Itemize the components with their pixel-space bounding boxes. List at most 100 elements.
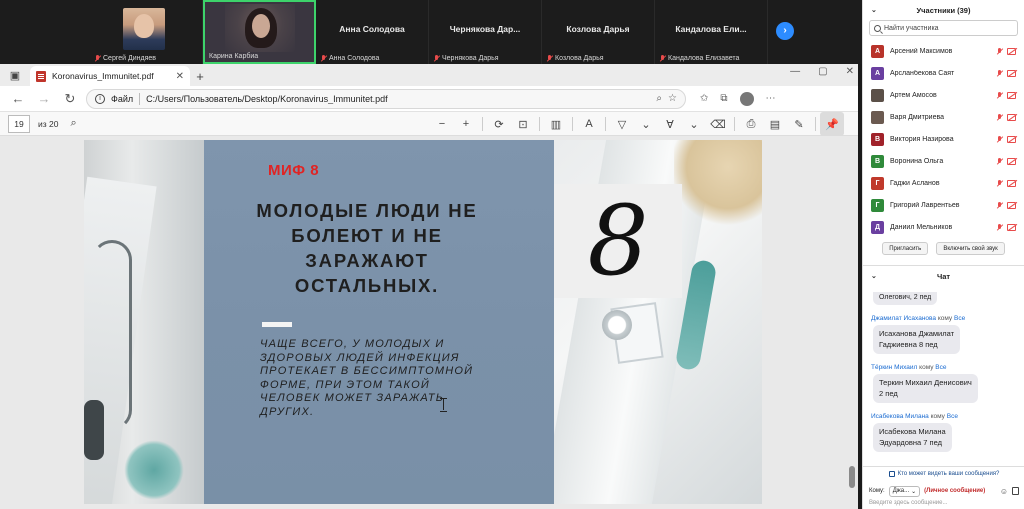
video-off-icon[interactable] xyxy=(1007,113,1016,121)
video-off-icon[interactable] xyxy=(1007,201,1016,209)
info-icon[interactable]: i xyxy=(95,93,105,104)
zoom-out-icon[interactable]: − xyxy=(430,112,454,136)
mic-off-icon[interactable] xyxy=(996,223,1003,231)
participant-row[interactable]: В Виктория Назирова xyxy=(863,128,1024,150)
participant-search-input[interactable]: Найти участника xyxy=(869,20,1018,36)
video-tile[interactable]: Сергей Диндяев xyxy=(90,0,203,64)
url-field[interactable]: i Файл C:/Users/Пользователь/Desktop/Kor… xyxy=(86,88,686,109)
close-window-button[interactable]: ✕ xyxy=(846,66,854,77)
participant-row[interactable]: Варя Дмитриева xyxy=(863,106,1024,128)
pdf-viewport: 8 МИФ 8 МОЛОДЫЕ ЛЮДИ НЕ БОЛЕЮТ И НЕ ЗАРА… xyxy=(0,136,858,509)
chat-sender[interactable]: Исабекова Милана xyxy=(871,413,929,420)
participant-row[interactable]: Артем Амосов xyxy=(863,84,1024,106)
video-tile[interactable]: Козлова Дарья Козлова Дарья xyxy=(542,0,655,64)
video-off-icon[interactable] xyxy=(1007,135,1016,143)
avatar: В xyxy=(871,154,884,168)
avatar: Г xyxy=(871,198,884,212)
video-tile[interactable]: Анна Солодова Анна Солодова xyxy=(316,0,429,64)
video-tile[interactable]: Чернякова Дар... Чернякова Дарья xyxy=(429,0,542,64)
participant-row[interactable]: Г Гаджи Асланов xyxy=(863,172,1024,194)
mic-off-icon[interactable] xyxy=(996,69,1003,77)
video-tile-active-speaker[interactable]: Карина Карбиа xyxy=(203,0,316,64)
participants-list: А Арсений Максимов А Арсланбекова Саят Артем… xyxy=(863,40,1024,238)
chat-sender[interactable]: Джамилат Исаханова xyxy=(871,315,936,322)
chat-message-header: Исабекова Милана кому Все xyxy=(871,413,1016,420)
participant-row[interactable]: Г Григорий Лаврентьев xyxy=(863,194,1024,216)
profile-avatar[interactable] xyxy=(739,91,754,106)
chat-text-line: Гаджиевна 8 пед xyxy=(879,339,938,349)
chat-header[interactable]: ⌄ Чат xyxy=(863,266,1024,286)
tile-caption: Анна Солодова xyxy=(329,55,380,62)
chevron-down-icon[interactable]: ⌄ xyxy=(682,112,706,136)
who-can-see-link[interactable]: Кто может видеть ваши сообщения? xyxy=(863,466,1024,480)
forward-arrow-icon[interactable]: → xyxy=(34,89,54,109)
page-number-input[interactable]: 19 xyxy=(8,114,30,133)
next-page-button[interactable]: › xyxy=(776,22,794,40)
mic-off-icon xyxy=(659,55,666,62)
chat-to-word: кому xyxy=(937,315,953,322)
tab-close-icon[interactable]: ✕ xyxy=(176,71,184,82)
participant-row[interactable]: Д Даниил Мельников xyxy=(863,216,1024,238)
search-icon[interactable]: ⌕ xyxy=(70,117,76,130)
chat-input[interactable]: Введите здесь сообщение... xyxy=(869,500,948,506)
recipient-select[interactable]: Джа... ⌄ xyxy=(888,485,921,497)
participant-row[interactable]: А Арсланбекова Саят xyxy=(863,62,1024,84)
chat-text-line: Исабекова Милана xyxy=(879,427,946,436)
mic-off-icon[interactable] xyxy=(996,113,1003,121)
chat-recipient: Все xyxy=(935,364,947,371)
page-view-icon[interactable]: ▥ xyxy=(544,112,568,136)
mic-off-icon[interactable] xyxy=(996,135,1003,143)
video-off-icon[interactable] xyxy=(1007,47,1016,55)
new-tab-button[interactable]: + xyxy=(190,66,210,86)
save-as-icon[interactable]: ✎ xyxy=(787,112,811,136)
divider-bar xyxy=(262,322,292,327)
video-off-icon[interactable] xyxy=(1007,91,1016,99)
participants-header[interactable]: ⌄ Участники (39) xyxy=(863,0,1024,20)
pin-icon[interactable]: 📌 xyxy=(820,112,844,136)
eraser-icon[interactable]: ⌫ xyxy=(706,112,730,136)
rotate-icon[interactable]: ⟳ xyxy=(487,112,511,136)
favorites-icon[interactable]: ✩ xyxy=(700,93,708,104)
refresh-icon[interactable]: ↻ xyxy=(60,89,80,109)
tile-caption: Карина Карбиа xyxy=(209,53,259,60)
video-off-icon[interactable] xyxy=(1007,223,1016,231)
mic-off-icon[interactable] xyxy=(996,47,1003,55)
chat-sender[interactable]: Тёркин Михаил xyxy=(871,364,917,371)
emoji-icon[interactable]: ☺ xyxy=(1000,487,1008,496)
zoom-icon[interactable]: ⌕ xyxy=(656,93,662,104)
tab-actions-icon[interactable]: ▣ xyxy=(0,64,30,86)
search-icon xyxy=(874,24,881,32)
print-icon[interactable]: ⎙ xyxy=(739,112,763,136)
chevron-down-icon[interactable]: ⌄ xyxy=(634,112,658,136)
participant-photo xyxy=(123,8,165,50)
tile-name: Чернякова Дар... xyxy=(449,24,521,34)
draw-icon[interactable]: ∀ xyxy=(658,112,682,136)
maximize-button[interactable]: ▢ xyxy=(818,66,827,77)
mic-off-icon[interactable] xyxy=(996,157,1003,165)
invite-button[interactable]: Пригласить xyxy=(882,242,929,255)
file-icon[interactable] xyxy=(1012,487,1019,495)
menu-icon[interactable]: ⋯ xyxy=(766,93,776,104)
zoom-in-icon[interactable]: + xyxy=(454,112,478,136)
favorite-add-icon[interactable]: ☆ xyxy=(668,93,677,104)
participant-row[interactable]: В Воронина Ольга xyxy=(863,150,1024,172)
video-off-icon[interactable] xyxy=(1007,157,1016,165)
mic-off-icon[interactable] xyxy=(996,91,1003,99)
collections-icon[interactable]: ⧉ xyxy=(720,93,727,104)
minimize-button[interactable]: — xyxy=(790,66,800,77)
video-off-icon[interactable] xyxy=(1007,69,1016,77)
unmute-self-button[interactable]: Включить свой звук xyxy=(936,242,1005,255)
video-tile[interactable]: Кандалова Ели... Кандалова Елизавета xyxy=(655,0,768,64)
scroll-thumb[interactable] xyxy=(849,466,855,488)
vertical-scrollbar[interactable] xyxy=(848,136,856,509)
highlight-icon[interactable]: ▽ xyxy=(610,112,634,136)
video-off-icon[interactable] xyxy=(1007,179,1016,187)
save-icon[interactable]: ▤ xyxy=(763,112,787,136)
tab-pdf[interactable]: Koronavirus_Immunitet.pdf ✕ xyxy=(30,66,190,86)
fit-page-icon[interactable]: ⊡ xyxy=(511,112,535,136)
mic-off-icon[interactable] xyxy=(996,179,1003,187)
mic-off-icon[interactable] xyxy=(996,201,1003,209)
read-aloud-icon[interactable]: A xyxy=(577,112,601,136)
back-arrow-icon[interactable]: ← xyxy=(8,89,28,109)
participant-row[interactable]: А Арсений Максимов xyxy=(863,40,1024,62)
